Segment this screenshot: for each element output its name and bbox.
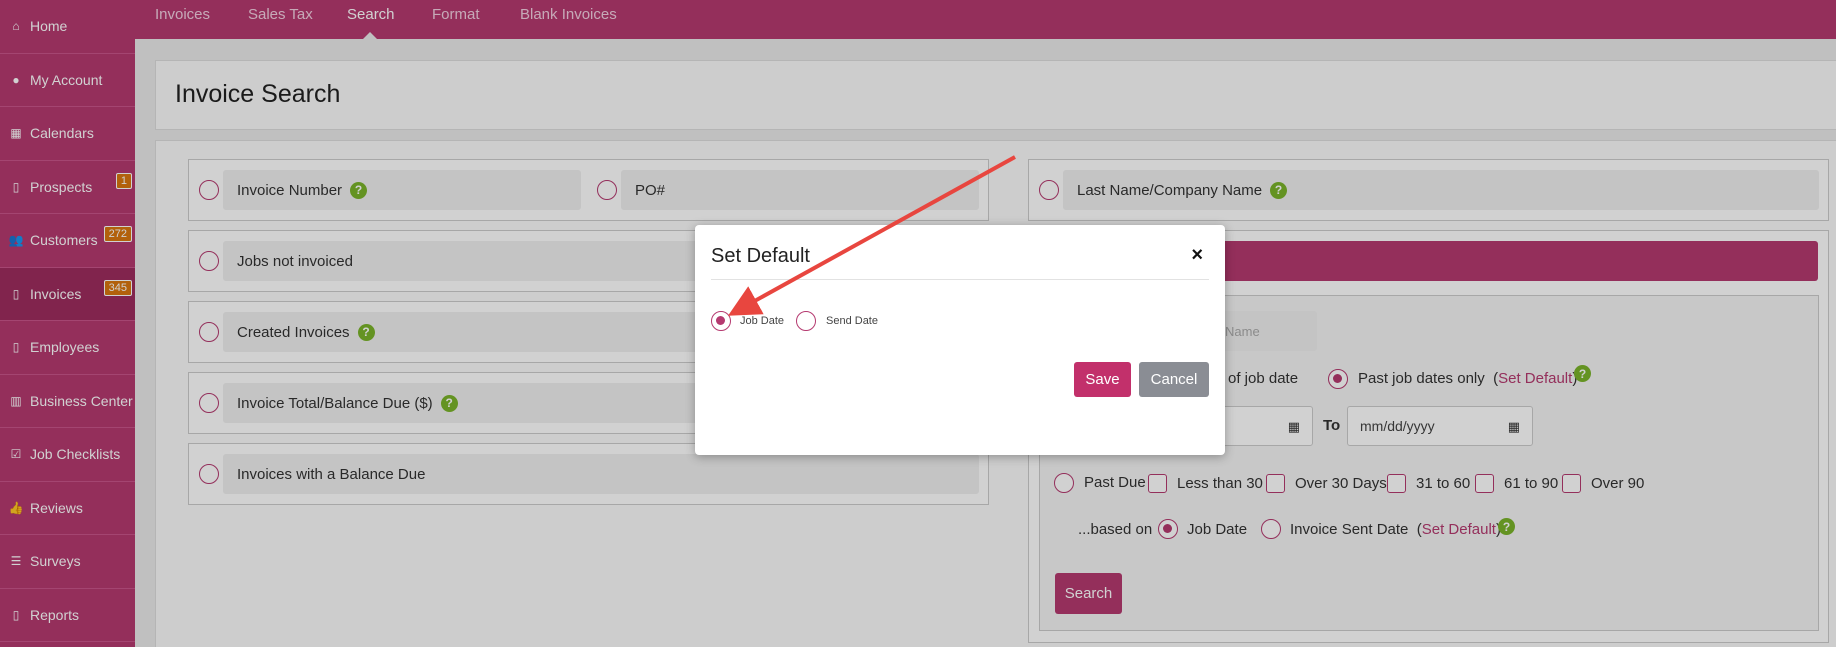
send-date-radio[interactable] xyxy=(796,311,816,331)
close-icon[interactable]: × xyxy=(1191,244,1203,267)
job-date-radio[interactable] xyxy=(711,311,731,331)
modal-divider xyxy=(711,279,1209,280)
save-button[interactable]: Save xyxy=(1074,362,1131,397)
job-date-label: Job Date xyxy=(740,315,785,327)
send-date-label: Send Date xyxy=(826,315,878,327)
cancel-button[interactable]: Cancel xyxy=(1139,362,1209,397)
modal-title: Set Default xyxy=(711,245,810,267)
set-default-modal: Set Default × Job Date Send Date Save Ca… xyxy=(695,225,1225,455)
